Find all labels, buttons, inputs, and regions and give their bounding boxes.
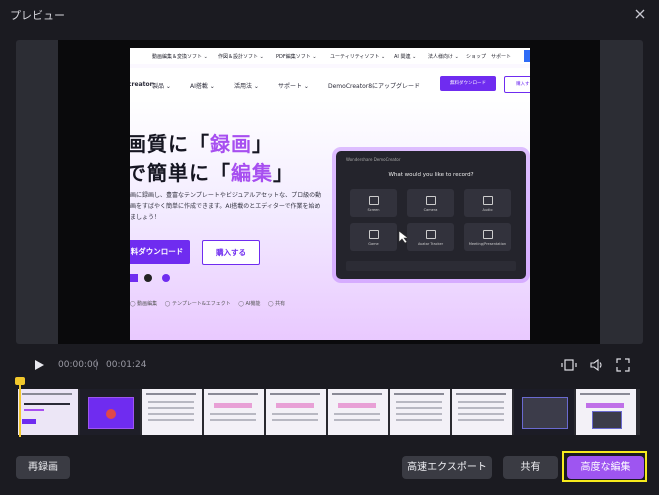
nav-item: 活用法 ⌄ [234,83,259,90]
mockup-tile: Camera [407,189,454,217]
topnav-item: ショップ [466,54,487,60]
topnav-item: AI 関連 ⌄ [394,54,417,60]
camera-icon [426,196,436,205]
site-hero: 画質に「録画」 で簡単に「編集」 画に録画し、豊富なテンプレートやビジュアルアセ… [130,100,530,340]
current-time: 00:00:00 [58,360,99,370]
hero-download-button: 料ダウンロード [130,240,190,264]
hero-headline-1: 画質に「録画」 [130,132,273,156]
hero-description: 画に録画し、豊富なテンプレートやビジュアルアセットな、プロ級の動画をすばやく簡単… [130,192,322,221]
video-preview[interactable]: 動画編集＆変換ソフト ⌄ 作図＆設計ソフト ⌄ PDF編集ソフト ⌄ ユーティリ… [58,40,600,344]
screen-icon [369,196,379,205]
topnav-item: 作図＆設計ソフト ⌄ [218,54,264,60]
site-top-nav: 動画編集＆変換ソフト ⌄ 作図＆設計ソフト ⌄ PDF編集ソフト ⌄ ユーティリ… [130,48,530,64]
game-icon [369,230,379,239]
feature-list: ◯ 動画編集 ◯ テンプレート&エフェクト ◯ AI機能 ◯ 共有 [130,300,291,307]
nav-download-button: 無料ダウンロード [440,76,496,91]
fast-export-button[interactable]: 高速エクスポート [402,456,492,479]
nav-buy-button: 購入する [504,76,530,93]
topnav-item: 動画編集＆変換ソフト ⌄ [152,54,208,60]
window-title: プレビュー [10,9,65,22]
nav-item: DemoCreator8にアップグレード [328,83,421,90]
time-divider [96,359,97,370]
close-icon[interactable] [632,6,648,22]
topnav-accent [524,50,530,62]
mockup-tile: Screen [350,189,397,217]
mockup-title: Wondershare DemoCreator [346,157,401,162]
site-main-nav: creator 製品 ⌄ AI搭載 ⌄ 活用法 ⌄ サポート ⌄ DemoCre… [130,68,530,101]
mouse-cursor-icon [398,230,409,244]
mockup-tile: Avatar Tracker [407,223,454,251]
nav-item: 製品 ⌄ [152,83,171,90]
audio-icon [483,196,493,205]
timeline-thumbnail [18,389,79,435]
mockup-question: What would you like to record? [388,172,474,178]
aspect-ratio-icon[interactable] [561,357,577,373]
site-logo-text: creator [130,81,153,88]
timeline-filmstrip[interactable] [18,389,640,435]
hero-buy-button: 購入する [202,240,260,265]
volume-icon[interactable] [589,357,605,373]
feature-item: ◯ 共有 [268,301,286,307]
nav-item: サポート ⌄ [278,83,309,90]
timeline-thumbnail [80,389,141,435]
timeline-thumbnail [142,389,203,435]
playback-controls: 00:00:00 00:01:24 [0,352,659,378]
title-bar: プレビュー [0,0,659,28]
playhead[interactable] [19,380,21,437]
feature-item: ◯ AI機能 [238,301,261,307]
mockup-tile: Audio [464,189,511,217]
timeline-thumbnail [204,389,265,435]
topnav-item: サポート [491,54,512,60]
rerecord-button[interactable]: 再録画 [16,456,70,479]
play-icon[interactable] [32,358,46,372]
timeline-thumbnail [576,389,637,435]
share-button[interactable]: 共有 [503,456,558,479]
fullscreen-icon[interactable] [615,357,631,373]
timeline-thumbnail [390,389,451,435]
mockup-tile: Game [350,223,397,251]
mockup-bottom-bar [346,261,516,271]
feature-item: ◯ 動画編集 [130,301,158,307]
mockup-tile: Meeting/Presentation [464,223,511,251]
topnav-item: 法人様向け ⌄ [428,54,459,60]
app-mockup: Wondershare DemoCreator What would you l… [336,151,526,279]
timeline-thumbnail [266,389,327,435]
topnav-item: PDF編集ソフト ⌄ [276,54,317,60]
feature-item: ◯ テンプレート&エフェクト [164,301,231,307]
nav-item: AI搭載 ⌄ [190,83,215,90]
timeline-thumbnail [452,389,513,435]
total-time: 00:01:24 [106,360,147,370]
avatar-icon [426,230,436,239]
timeline-thumbnail [514,389,575,435]
timeline-thumbnail [328,389,389,435]
advanced-edit-button[interactable]: 高度な編集 [567,456,644,479]
hero-headline-2: で簡単に「編集」 [130,161,294,185]
presentation-icon [483,230,493,239]
topnav-item: ユーティリティソフト ⌄ [330,54,386,60]
os-icons [130,274,170,282]
recorded-webpage: 動画編集＆変換ソフト ⌄ 作図＆設計ソフト ⌄ PDF編集ソフト ⌄ ユーティリ… [130,48,530,340]
playhead-handle[interactable] [15,377,25,385]
